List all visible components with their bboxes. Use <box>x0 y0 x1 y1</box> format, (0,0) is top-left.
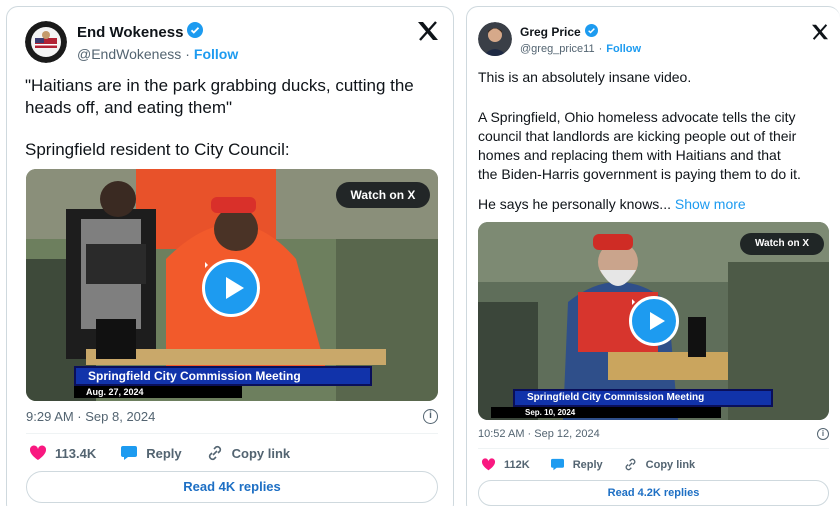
divider <box>26 433 438 434</box>
read-replies-button[interactable]: Read 4.2K replies <box>478 480 829 506</box>
tweet-text-line: A Springfield, Ohio homeless advocate te… <box>478 109 796 125</box>
handle-row: @greg_price11 · Follow <box>520 43 641 55</box>
like-button[interactable]: 112K <box>481 458 530 471</box>
video-player[interactable]: Watch on X Springfield City Commission M… <box>26 169 438 401</box>
tweet-header: Greg Price @greg_price11 · Follow <box>478 22 641 56</box>
like-count: 112K <box>504 458 530 471</box>
video-caption: Springfield City Commission Meeting <box>513 389 773 407</box>
display-name-row: End Wokeness <box>77 22 238 42</box>
verified-icon <box>584 23 598 40</box>
tweet-header: End Wokeness @EndWokeness · Follow <box>25 21 238 63</box>
show-more-link[interactable]: Show more <box>675 196 746 212</box>
handle[interactable]: @greg_price11 <box>520 43 595 55</box>
tweet-text-line: the Biden-Harris government is paying th… <box>478 166 801 182</box>
info-icon[interactable]: i <box>423 409 438 424</box>
separator-dot: · <box>185 46 190 62</box>
tweet-text-second: Springfield resident to City Council: <box>25 140 290 159</box>
tweet-text-last: He says he personally knows... Show more <box>478 196 746 212</box>
copy-link-label: Copy link <box>231 445 291 461</box>
heart-icon <box>481 458 496 471</box>
play-icon[interactable] <box>629 296 679 346</box>
avatar[interactable] <box>478 22 512 56</box>
info-icon[interactable]: i <box>817 428 829 440</box>
display-name[interactable]: Greg Price <box>520 25 581 39</box>
copy-link-label: Copy link <box>645 458 696 471</box>
copy-link-button[interactable]: Copy link <box>206 445 291 461</box>
like-button[interactable]: 113.4K <box>29 445 96 461</box>
link-icon <box>623 458 638 471</box>
copy-link-button[interactable]: Copy link <box>623 458 696 471</box>
tweet-text-line: council that landlords are kicking peopl… <box>478 128 797 144</box>
reply-bubble-icon <box>120 445 138 461</box>
watch-on-x-button[interactable]: Watch on X <box>336 182 430 208</box>
verified-icon <box>187 22 204 42</box>
tweet-meta: 9:29 AM · Sep 8, 2024 i <box>26 409 438 424</box>
tweet-text-line: "Haitians are in the park grabbing ducks… <box>25 76 414 95</box>
tweet-text: "Haitians are in the park grabbing ducks… <box>25 75 445 119</box>
separator-dot: · <box>598 42 603 55</box>
read-replies-button[interactable]: Read 4K replies <box>26 471 438 503</box>
watch-on-x-button[interactable]: Watch on X <box>740 233 824 255</box>
reply-button[interactable]: Reply <box>120 445 182 461</box>
tweet-text-line: heads off, and eating them" <box>25 98 233 117</box>
reply-label: Reply <box>146 445 182 461</box>
play-icon[interactable] <box>202 259 260 317</box>
timestamp[interactable]: 10:52 AM · Sep 12, 2024 <box>478 428 600 440</box>
tweet-card-end-wokeness: End Wokeness @EndWokeness · Follow "Hait… <box>6 6 454 506</box>
like-count: 113.4K <box>55 445 97 461</box>
names: End Wokeness @EndWokeness · Follow <box>77 22 238 62</box>
timestamp[interactable]: 9:29 AM · Sep 8, 2024 <box>26 409 155 424</box>
tweet-text-first: This is an absolutely insane video. <box>478 69 692 85</box>
divider <box>478 448 829 449</box>
video-caption-date: Sep. 10, 2024 <box>491 407 721 418</box>
tweet-card-greg-price: Greg Price @greg_price11 · Follow This i… <box>466 6 840 506</box>
follow-button[interactable]: Follow <box>606 43 641 55</box>
x-logo-icon[interactable] <box>417 21 439 46</box>
reply-button[interactable]: Reply <box>550 458 603 471</box>
x-logo-icon[interactable] <box>811 24 829 45</box>
handle[interactable]: @EndWokeness <box>77 46 181 62</box>
heart-icon <box>29 445 47 461</box>
names: Greg Price @greg_price11 · Follow <box>520 23 641 55</box>
tweet-text-line: homes and replacing them with Haitians a… <box>478 147 781 163</box>
video-player[interactable]: Watch on X Springfield City Commission M… <box>478 222 829 420</box>
action-bar: 112K Reply Copy link <box>481 458 695 471</box>
display-name-row: Greg Price <box>520 23 641 40</box>
link-icon <box>206 445 224 461</box>
truncated-text: He says he personally knows... <box>478 196 671 212</box>
avatar[interactable] <box>25 21 67 63</box>
tweet-text: A Springfield, Ohio homeless advocate te… <box>478 108 838 184</box>
handle-row: @EndWokeness · Follow <box>77 46 238 62</box>
video-caption: Springfield City Commission Meeting <box>74 366 372 386</box>
video-caption-date: Aug. 27, 2024 <box>74 386 242 398</box>
reply-label: Reply <box>572 458 603 471</box>
reply-bubble-icon <box>550 458 565 471</box>
follow-button[interactable]: Follow <box>194 46 238 62</box>
tweet-meta: 10:52 AM · Sep 12, 2024 i <box>478 428 829 440</box>
action-bar: 113.4K Reply Copy link <box>29 445 290 461</box>
display-name[interactable]: End Wokeness <box>77 24 183 41</box>
